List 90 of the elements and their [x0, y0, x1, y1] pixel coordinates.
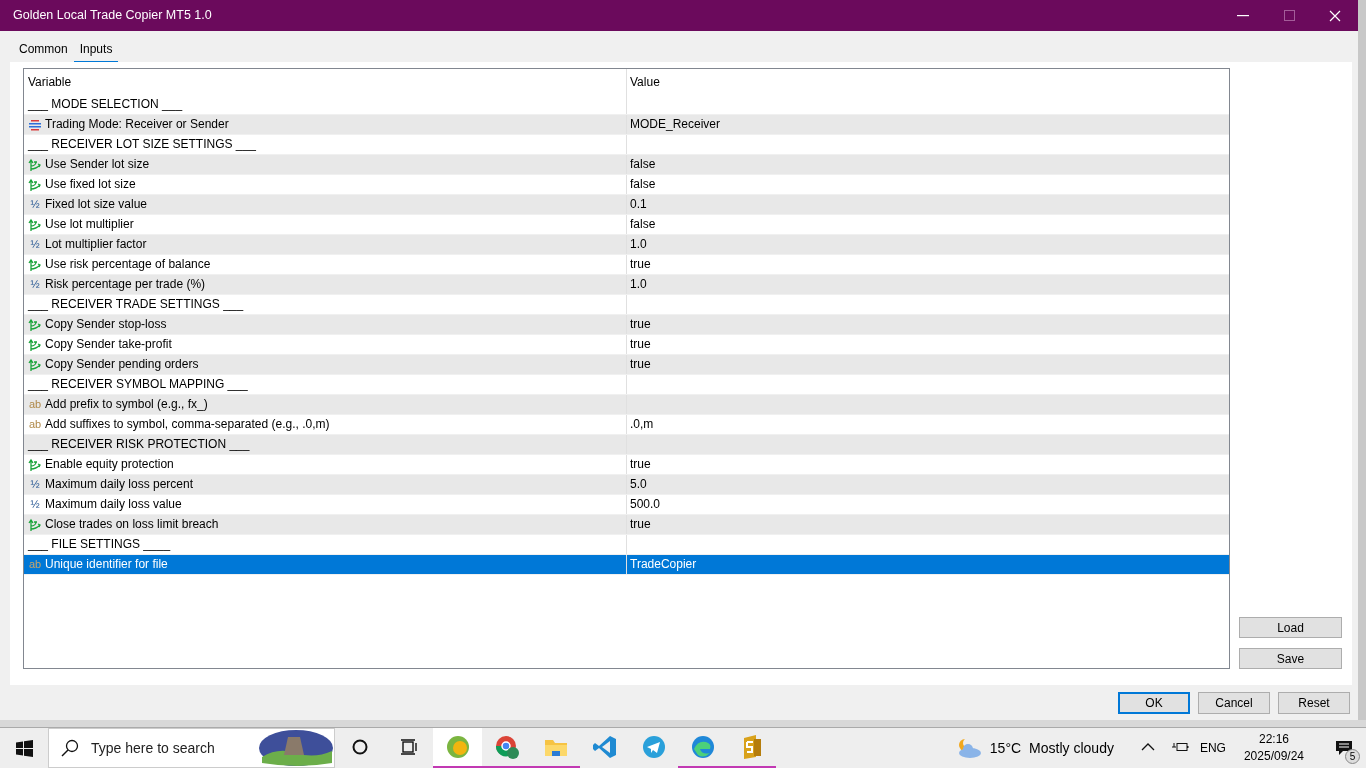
table-row[interactable]: Copy Sender pending orders true — [24, 355, 1229, 375]
tab[interactable]: Common — [13, 39, 74, 63]
fraction-icon: ½ — [28, 236, 42, 253]
value-cell-text: MODE_Receiver — [630, 116, 721, 133]
column-header[interactable]: Variable — [28, 72, 72, 92]
section-heading: ___ FILE SETTINGS ____ — [28, 536, 171, 553]
table-row[interactable]: Copy Sender stop-loss true — [24, 315, 1229, 335]
checkbox-arrow-icon — [28, 337, 42, 352]
fraction-icon: ½ — [28, 476, 42, 493]
variable-name: Enable equity protection — [45, 456, 174, 473]
value-cell-text: 500.0 — [630, 496, 661, 513]
section-heading: ___ RECEIVER SYMBOL MAPPING ___ — [28, 376, 248, 393]
table-row[interactable]: ½ Lot multiplier factor 1.0 — [24, 235, 1229, 255]
section-heading: ___ RECEIVER LOT SIZE SETTINGS ___ — [28, 136, 256, 153]
search-box[interactable]: Type here to search — [48, 728, 335, 768]
variable-name: Use risk percentage of balance — [45, 256, 211, 273]
dialog-button[interactable]: Reset — [1278, 692, 1350, 714]
search-icon — [61, 739, 79, 757]
value-cell-text: false — [630, 176, 656, 193]
table-row[interactable]: ___ RECEIVER RISK PROTECTION ___ — [24, 435, 1229, 455]
weather-temperature: 15°C — [989, 738, 1022, 758]
language-indicator[interactable]: ENG — [1199, 739, 1226, 757]
variable-name: Copy Sender pending orders — [45, 356, 199, 373]
checkbox-arrow-icon — [28, 157, 42, 172]
variable-name: Add suffixes to symbol, comma-separated (e.g., .0,m) — [45, 416, 330, 433]
clock-date: 2025/09/24 — [1243, 748, 1304, 765]
dialog-button[interactable]: Cancel — [1198, 692, 1270, 714]
table-row[interactable]: ab Unique identifier for file TradeCopier — [24, 555, 1229, 575]
checkbox-arrow-icon — [28, 517, 42, 532]
variable-name: Copy Sender take-profit — [45, 336, 172, 353]
value-cell-text: false — [630, 216, 656, 233]
variable-name: Unique identifier for file — [45, 556, 168, 573]
variable-name: Fixed lot size value — [45, 196, 148, 213]
column-header[interactable]: Value — [630, 72, 660, 92]
value-cell-text: true — [630, 516, 651, 533]
table-row[interactable]: ½ Fixed lot size value 0.1 — [24, 195, 1229, 215]
value-cell-text: TradeCopier — [630, 556, 697, 573]
window-title: Golden Local Trade Copier MT5 1.0 — [13, 7, 213, 25]
notification-count: 5 — [1345, 749, 1360, 764]
checkbox-arrow-icon — [28, 357, 42, 372]
weather-condition: Mostly cloudy — [1029, 738, 1114, 758]
dialog-button[interactable]: OK — [1118, 692, 1190, 714]
side-button[interactable]: Save — [1239, 648, 1342, 669]
text-type-icon: ab — [28, 396, 42, 413]
checkbox-arrow-icon — [28, 177, 42, 192]
fraction-icon: ½ — [28, 496, 42, 513]
chart-globe-icon[interactable] — [433, 728, 482, 768]
checkbox-arrow-icon — [28, 317, 42, 332]
fraction-icon: ½ — [28, 276, 42, 293]
value-cell-text: 1.0 — [630, 236, 647, 253]
value-cell-text: 0.1 — [630, 196, 647, 213]
variable-name: Lot multiplier factor — [45, 236, 147, 253]
value-cell-text: true — [630, 456, 651, 473]
table-row[interactable]: ½ Risk percentage per trade (%) 1.0 — [24, 275, 1229, 295]
value-cell-text: 5.0 — [630, 476, 647, 493]
variable-name: Maximum daily loss percent — [45, 476, 194, 493]
checkbox-arrow-icon — [28, 217, 42, 232]
variable-name: Copy Sender stop-loss — [45, 316, 167, 333]
value-cell-text: true — [630, 256, 651, 273]
variable-name: Trading Mode: Receiver or Sender — [45, 116, 229, 133]
value-cell-text: true — [630, 316, 651, 333]
clock-time: 22:16 — [1258, 731, 1289, 748]
table-row[interactable]: ab Add prefix to symbol (e.g., fx_) — [24, 395, 1229, 415]
value-cell-text: true — [630, 336, 651, 353]
variable-name: Use lot multiplier — [45, 216, 134, 233]
variable-name: Close trades on loss limit breach — [45, 516, 219, 533]
search-field[interactable]: Type here to search — [89, 736, 239, 760]
table-row[interactable]: ½ Maximum daily loss percent 5.0 — [24, 475, 1229, 495]
text-type-icon: ab — [28, 556, 42, 573]
variable-name: Risk percentage per trade (%) — [45, 276, 206, 293]
text-type-icon: ab — [28, 416, 42, 433]
section-heading: ___ MODE SELECTION ___ — [28, 96, 183, 113]
table-row[interactable]: Use Sender lot size false — [24, 155, 1229, 175]
checkbox-arrow-icon — [28, 457, 42, 472]
list-icon — [28, 117, 42, 132]
fraction-icon: ½ — [28, 196, 42, 213]
checkbox-arrow-icon — [28, 257, 42, 272]
variable-name: Maximum daily loss value — [45, 496, 182, 513]
variable-name: Use Sender lot size — [45, 156, 150, 173]
side-button[interactable]: Load — [1239, 617, 1342, 638]
variable-name: Use fixed lot size — [45, 176, 136, 193]
section-heading: ___ RECEIVER RISK PROTECTION ___ — [28, 436, 250, 453]
value-cell-text: 1.0 — [630, 276, 647, 293]
table-row[interactable]: Trading Mode: Receiver or Sender MODE_Receiver — [24, 115, 1229, 135]
section-heading: ___ RECEIVER TRADE SETTINGS ___ — [28, 296, 244, 313]
value-cell-text: false — [630, 156, 656, 173]
variable-name: Add prefix to symbol (e.g., fx_) — [45, 396, 208, 413]
value-cell-text: .0,m — [630, 416, 654, 433]
value-cell-text: true — [630, 356, 651, 373]
table-row[interactable]: Close trades on loss limit breach true — [24, 515, 1229, 535]
